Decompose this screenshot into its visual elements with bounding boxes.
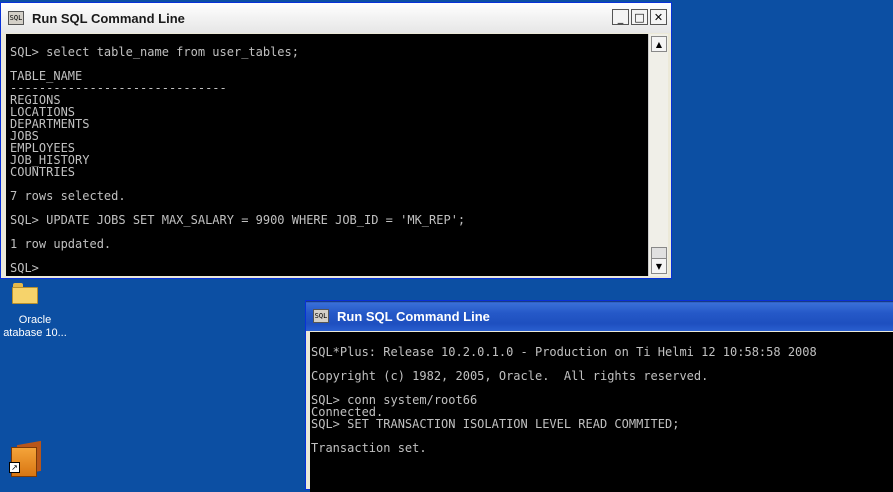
sql-window-top[interactable]: SQL Run SQL Command Line _ □ ✕ SQL> sele…	[0, 2, 672, 279]
console-output[interactable]: SQL*Plus: Release 10.2.0.1.0 - Productio…	[310, 332, 893, 492]
console-line: SQL> select table_name from user_tables;	[10, 45, 299, 59]
console-line: SQL> conn system/root66	[311, 393, 478, 407]
title-bar[interactable]: SQL Run SQL Command Line _ □ ✕	[1, 3, 671, 33]
console-line: SQL*Plus: Release 10.2.0.1.0 - Productio…	[311, 345, 817, 359]
window-title: Run SQL Command Line	[32, 10, 185, 26]
console-line: Copyright (c) 1982, 2005, Oracle. All ri…	[311, 369, 709, 383]
vertical-scrollbar[interactable]: ▲ ▼	[648, 34, 668, 276]
console-output[interactable]: SQL> select table_name from user_tables;…	[6, 34, 648, 276]
label-line-1: Oracle	[18, 314, 52, 326]
title-bar[interactable]: SQL Run SQL Command Line	[306, 301, 893, 331]
package-icon[interactable]: ↗	[9, 440, 43, 477]
console-line: ------------------------------	[10, 81, 227, 95]
sql-window-bottom[interactable]: SQL Run SQL Command Line SQL*Plus: Relea…	[305, 300, 893, 492]
triangle-down-icon: ▼	[655, 261, 663, 271]
console-line: 7 rows selected.	[10, 189, 126, 203]
folder-icon[interactable]	[12, 283, 38, 304]
console-line: JOBS	[10, 129, 39, 143]
scroll-up-button[interactable]: ▲	[651, 36, 667, 52]
console-line: JOB_HISTORY	[10, 153, 90, 167]
maximize-button[interactable]: □	[631, 9, 648, 25]
console-line: LOCATIONS	[10, 105, 76, 119]
scroll-down-button[interactable]: ▼	[651, 258, 667, 274]
console-line: SQL>	[10, 261, 39, 275]
close-button[interactable]: ✕	[650, 9, 667, 25]
sql-app-icon: SQL	[8, 11, 24, 25]
console-line: EMPLOYEES	[10, 141, 76, 155]
console-line: REGIONS	[10, 93, 61, 107]
console-line: SQL> UPDATE JOBS SET MAX_SALARY = 9900 W…	[10, 213, 466, 227]
shortcut-arrow-icon: ↗	[9, 462, 20, 473]
desktop-icon-label[interactable]: Oracle atabase 10...	[0, 314, 70, 340]
window-title: Run SQL Command Line	[337, 308, 490, 324]
console-line: 1 row updated.	[10, 237, 112, 251]
sql-app-icon: SQL	[313, 309, 329, 323]
minimize-button[interactable]: _	[612, 9, 629, 25]
triangle-up-icon: ▲	[655, 39, 663, 49]
label-line-2: atabase 10...	[3, 327, 67, 339]
console-line: SQL> SET TRANSACTION ISOLATION LEVEL REA…	[311, 417, 680, 431]
console-line: DEPARTMENTS	[10, 117, 90, 131]
console-line: COUNTRIES	[10, 165, 76, 179]
console-line: Transaction set.	[311, 441, 427, 455]
